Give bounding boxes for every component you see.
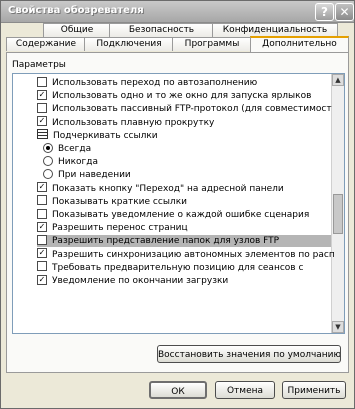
checkbox-icon[interactable]: [37, 195, 47, 206]
setting-checkbox-row[interactable]: ✓ Разрешить синхронизацию автономных элем…: [37, 248, 335, 261]
checkbox-icon[interactable]: [37, 261, 47, 272]
setting-label: Требовать предварительную позицию для се…: [52, 262, 304, 273]
window-title: Свойства обозревателя: [8, 5, 144, 16]
tab-privacy[interactable]: Конфиденциальность: [212, 23, 338, 37]
setting-label: Использовать плавную прокрутку: [52, 117, 215, 128]
setting-label: Показывать краткие ссылки: [52, 196, 187, 207]
setting-label: Разрешить перенос страниц: [52, 223, 188, 234]
setting-radio-option[interactable]: Никогда: [43, 155, 331, 168]
tab-label: Конфиденциальность: [222, 25, 328, 35]
help-button[interactable]: ?: [315, 3, 334, 21]
tab-label: Безопасность: [128, 25, 195, 35]
setting-checkbox-row[interactable]: ✓ Использовать плавную прокрутку: [37, 116, 331, 129]
scroll-thumb[interactable]: [333, 194, 343, 234]
setting-label: Разрешить представление папок для узлов …: [52, 236, 280, 247]
settings-group-label: Параметры: [12, 60, 66, 70]
checkbox-icon[interactable]: ✓: [37, 248, 47, 259]
setting-label: Показывать уведомление о каждой ошибке с…: [52, 210, 310, 220]
setting-label: Показать кнопку "Переход" на адресной па…: [52, 183, 284, 194]
setting-checkbox-row[interactable]: Показывать уведомление о каждой ошибке с…: [37, 208, 331, 221]
setting-checkbox-row[interactable]: Использовать переход по автозаполнению: [37, 76, 331, 89]
tab-security[interactable]: Безопасность: [109, 23, 214, 37]
close-icon: ✕: [339, 5, 350, 19]
checkbox-icon[interactable]: ✓: [37, 89, 47, 100]
setting-label: Никогда: [58, 157, 99, 168]
setting-checkbox-row[interactable]: ✓ Уведомление по окончании загрузки: [37, 274, 331, 287]
setting-checkbox-row[interactable]: Разрешить представление папок для узлов …: [37, 234, 331, 248]
checkbox-icon[interactable]: [37, 208, 47, 219]
setting-checkbox-row[interactable]: Показывать краткие ссылки: [37, 195, 331, 208]
close-button[interactable]: ✕: [335, 3, 354, 21]
setting-label: Всегда: [58, 144, 92, 154]
restore-defaults-button[interactable]: Восстановить значения по умолчанию: [157, 345, 341, 363]
setting-label: Использовать переход по автозаполнению: [52, 78, 258, 88]
tab-label: Подключения: [96, 39, 162, 49]
tab-connections[interactable]: Подключения: [84, 37, 174, 51]
setting-label: При наведении: [58, 170, 131, 181]
setting-checkbox-row[interactable]: ✓ Показать кнопку "Переход" на адресной п…: [37, 182, 331, 195]
help-icon: ?: [321, 5, 328, 19]
checkbox-icon[interactable]: ✓: [37, 221, 47, 232]
setting-label: Использовать пассивный FTP-протокол (для…: [52, 104, 332, 115]
tab-advanced[interactable]: Дополнительно: [250, 36, 349, 52]
setting-radio-option[interactable]: Всегда: [43, 142, 331, 155]
tab-content[interactable]: Содержание: [6, 37, 86, 51]
setting-label: Уведомление по окончании загрузки: [52, 276, 229, 286]
radio-icon[interactable]: [43, 155, 53, 166]
advanced-panel: Параметры ▲ ▼ Использовать переход по ав…: [6, 52, 349, 373]
tab-general[interactable]: Общие: [43, 23, 111, 37]
scroll-up-button[interactable]: ▲: [332, 74, 344, 86]
setting-checkbox-row[interactable]: ✓ Разрешить перенос страниц: [37, 221, 331, 234]
settings-list[interactable]: ▲ ▼ Использовать переход по автозаполнен…: [12, 73, 345, 334]
arrow-down-icon: ▼: [335, 323, 341, 331]
arrow-up-icon: ▲: [335, 76, 341, 84]
radio-icon[interactable]: [43, 168, 53, 179]
internet-options-dialog: Свойства обозревателя ? ✕ Общие Безопасн…: [0, 0, 355, 409]
tab-label: Общие: [60, 25, 94, 35]
tab-programs[interactable]: Программы: [172, 37, 252, 51]
checkbox-icon[interactable]: [37, 76, 47, 87]
ok-button[interactable]: ОК: [149, 381, 207, 399]
group-icon: [37, 129, 48, 140]
title-bar: Свойства обозревателя ? ✕: [1, 1, 354, 23]
setting-checkbox-row[interactable]: Требовать предварительную позицию для се…: [37, 261, 331, 274]
settings-scrollbar[interactable]: ▲ ▼: [331, 74, 344, 333]
checkbox-icon[interactable]: ✓: [37, 182, 47, 193]
settings-group-header: Подчеркивать ссылки: [37, 129, 331, 142]
setting-radio-option[interactable]: При наведении: [43, 168, 331, 181]
checkbox-icon[interactable]: [37, 234, 47, 245]
radio-icon[interactable]: [43, 142, 53, 153]
scroll-down-button[interactable]: ▼: [332, 321, 344, 333]
cancel-button[interactable]: Отмена: [215, 381, 275, 399]
setting-label: Подчеркивать ссылки: [53, 130, 158, 141]
setting-checkbox-row[interactable]: Использовать пассивный FTP-протокол (для…: [37, 102, 332, 115]
checkbox-icon[interactable]: [37, 102, 47, 113]
setting-label: Использовать одно и то же окно для запус…: [52, 91, 312, 102]
tab-label: Программы: [184, 39, 240, 49]
checkbox-icon[interactable]: ✓: [37, 274, 47, 285]
setting-label: Разрешить синхронизацию автономных элеме…: [52, 249, 335, 260]
tab-label: Содержание: [15, 39, 77, 49]
setting-checkbox-row[interactable]: ✓ Использовать одно и то же окно для запу…: [37, 89, 331, 102]
tab-label: Дополнительно: [262, 39, 337, 49]
apply-button[interactable]: Применить: [282, 381, 346, 399]
checkbox-icon[interactable]: ✓: [37, 116, 47, 127]
